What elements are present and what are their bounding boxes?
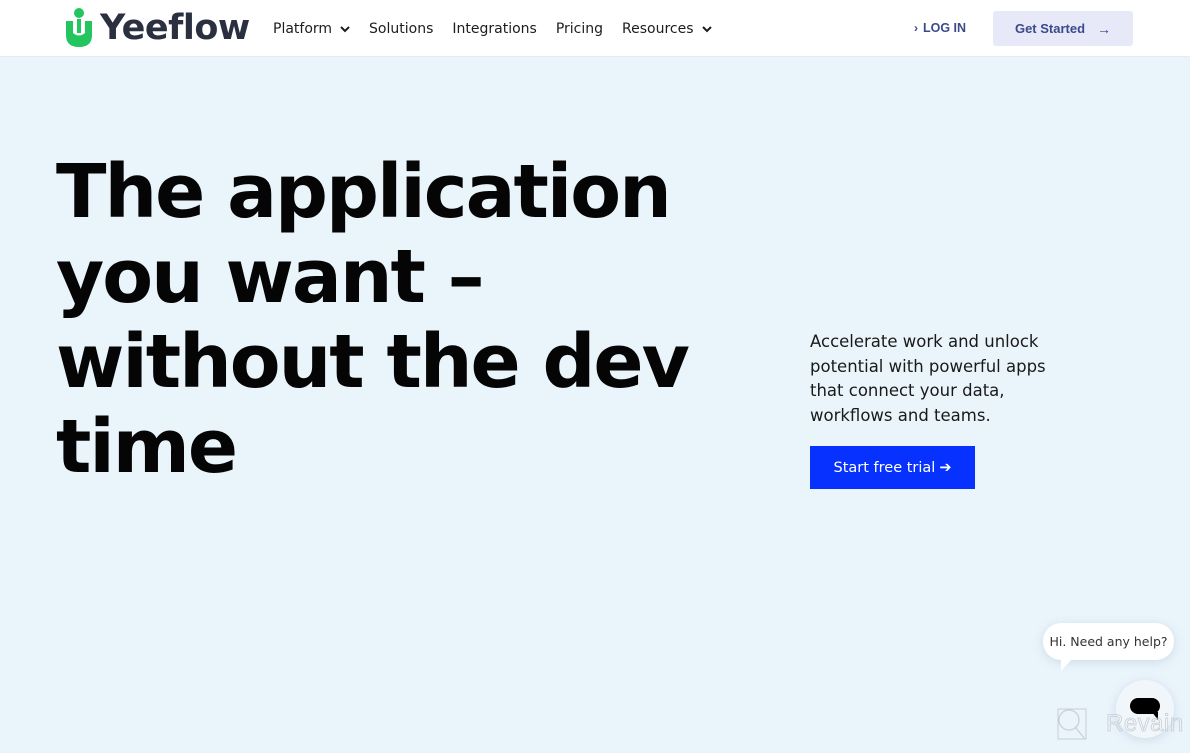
yeeflow-logo-icon xyxy=(66,8,92,47)
get-started-label: Get Started xyxy=(1014,21,1086,36)
hero-description: Accelerate work and unlock potential wit… xyxy=(810,332,1046,425)
hero-title-line: without the dev xyxy=(56,319,690,405)
chat-greeting-text: Hi. Need any help? xyxy=(1049,634,1168,649)
chevron-down-icon xyxy=(701,25,712,32)
brand-logo[interactable]: Yeeflow xyxy=(64,7,250,49)
hero-title-line: The application xyxy=(56,149,672,235)
main-nav: Platform Solutions Integrations Pricing … xyxy=(273,18,731,40)
login-label: LOG IN xyxy=(923,21,967,35)
nav-item-integrations[interactable]: Integrations xyxy=(452,21,536,37)
hero-title-line: you want – xyxy=(56,234,485,320)
nav-item-label: Pricing xyxy=(555,21,604,37)
chat-icon xyxy=(1130,698,1160,720)
site-header: Yeeflow Platform Solutions Integrations … xyxy=(0,0,1190,57)
chat-greeting-bubble[interactable]: Hi. Need any help? xyxy=(1043,623,1174,660)
nav-item-resources[interactable]: Resources xyxy=(622,21,712,37)
login-link[interactable]: › LOG IN xyxy=(914,21,966,35)
chevron-down-icon xyxy=(340,25,350,32)
nav-item-platform[interactable]: Platform xyxy=(273,21,350,37)
chevron-right-icon: › xyxy=(914,21,918,35)
hero-title-line: time xyxy=(56,404,238,490)
get-started-button[interactable]: Get Started → xyxy=(993,11,1133,46)
brand-name: Yeeflow xyxy=(100,8,250,48)
nav-item-label: Resources xyxy=(622,21,694,37)
nav-item-label: Platform xyxy=(273,21,333,37)
revain-logo-icon xyxy=(1057,708,1087,740)
hero-title: The application you want – without the d… xyxy=(56,150,696,490)
chat-bubble-tail xyxy=(1061,658,1073,671)
nav-item-solutions[interactable]: Solutions xyxy=(369,21,433,37)
arrow-right-icon: ➔ xyxy=(939,459,952,476)
nav-item-label: Solutions xyxy=(369,21,434,37)
nav-item-pricing[interactable]: Pricing xyxy=(556,21,603,37)
nav-item-label: Integrations xyxy=(452,21,537,37)
arrow-right-icon: → xyxy=(1097,20,1112,37)
start-free-trial-label: Start free trial xyxy=(833,459,936,476)
chat-launcher-button[interactable] xyxy=(1116,680,1174,738)
start-free-trial-button[interactable]: Start free trial ➔ xyxy=(810,446,975,489)
